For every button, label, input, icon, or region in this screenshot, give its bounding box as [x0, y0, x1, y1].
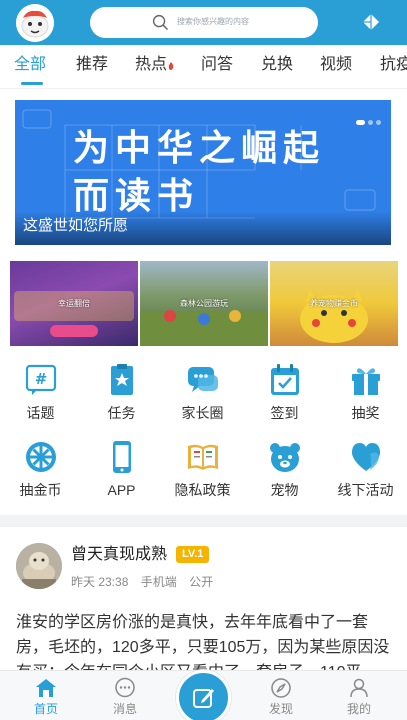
shortcut-label: 线下活动: [337, 482, 394, 498]
active-tab-indicator: [21, 82, 43, 85]
shortcut-label: 宠物: [270, 482, 299, 498]
user-icon: [350, 678, 368, 698]
mascot-logo-icon[interactable]: [16, 4, 54, 42]
shortcut-app[interactable]: APP: [81, 440, 162, 510]
shortcut-label: 家长圈: [181, 405, 224, 421]
edit-icon: [193, 689, 214, 708]
post-visibility: 公开: [189, 575, 214, 589]
shortcut-coin-wheel[interactable]: 抽金币: [0, 440, 81, 510]
tab-all[interactable]: 全部: [14, 55, 46, 75]
message-icon: [115, 677, 135, 698]
nav-label: 发现: [268, 702, 293, 716]
compass-diamond-icon[interactable]: [362, 13, 380, 31]
flame-icon: [168, 62, 174, 70]
post-author-name[interactable]: 曾天真现成熟: [71, 545, 167, 565]
shortcut-label: APP: [107, 482, 136, 498]
thumbnail-forest-park[interactable]: 森林公园游玩: [140, 261, 268, 346]
svg-text:#: #: [35, 370, 48, 388]
banner-headline-line1: 为中华之崛起: [73, 127, 326, 168]
calendar-check-icon: [271, 364, 299, 395]
search-input[interactable]: 搜索你感兴趣的内容: [90, 7, 318, 38]
shortcut-offline-event[interactable]: 线下活动: [325, 440, 406, 510]
section-divider: [0, 515, 407, 527]
hero-banner[interactable]: 为中华之崛起 而读书 这盛世如您所愿: [15, 100, 391, 245]
nav-messages[interactable]: 消息: [95, 671, 155, 720]
shortcut-pet[interactable]: 宠物: [244, 440, 325, 510]
task-clipboard-icon: [111, 364, 133, 395]
thumbnail-caption: 养宠物赚金币: [310, 299, 358, 308]
search-placeholder: 搜索你感兴趣的内容: [177, 17, 249, 26]
publish-button[interactable]: [176, 670, 231, 720]
tab-hot-label: 热点: [135, 56, 168, 73]
thumbnail-lucky-double[interactable]: 幸运翻倍: [10, 261, 138, 346]
post-meta: 昨天 23:38 手机端 公开: [71, 575, 222, 589]
tab-hot[interactable]: 热点: [135, 55, 174, 75]
bear-icon: [270, 443, 300, 472]
shortcut-parents-circle[interactable]: 家长圈: [162, 363, 243, 433]
home-icon: [36, 679, 56, 697]
category-tabs: 全部 推荐 热点 问答 兑换 视频 抗疫: [0, 45, 407, 89]
book-icon: [188, 444, 218, 470]
tab-recommend[interactable]: 推荐: [76, 55, 108, 75]
shortcut-lottery[interactable]: 抽奖: [325, 363, 406, 433]
nav-discover[interactable]: 发现: [251, 671, 311, 720]
hashtag-icon: #: [25, 364, 57, 395]
shortcut-label: 任务: [107, 405, 136, 421]
user-photo: [16, 543, 62, 589]
compass-icon: [271, 678, 291, 698]
thumbnail-pet-coins[interactable]: 养宠物赚金币: [270, 261, 398, 346]
banner-caption: 这盛世如您所愿: [23, 217, 129, 234]
shortcut-task[interactable]: 任务: [81, 363, 162, 433]
top-bar: 搜索你感兴趣的内容: [0, 0, 407, 45]
nav-label: 消息: [112, 702, 137, 716]
nav-label: 首页: [33, 702, 58, 716]
phone-icon: [113, 441, 131, 473]
tab-video[interactable]: 视频: [320, 55, 352, 75]
gift-icon: [352, 368, 380, 395]
nav-home[interactable]: 首页: [16, 671, 76, 720]
thumbnail-caption: 森林公园游玩: [180, 299, 228, 308]
nav-label: 我的: [346, 702, 371, 716]
shortcut-privacy-policy[interactable]: 隐私政策: [162, 440, 243, 510]
shortcut-label: 抽金币: [19, 482, 62, 498]
avatar[interactable]: [16, 543, 62, 589]
shortcut-label: 话题: [26, 405, 55, 421]
tab-exchange[interactable]: 兑换: [261, 55, 293, 75]
tab-antiepidemic[interactable]: 抗疫: [380, 55, 407, 75]
heart-icon: [351, 443, 381, 471]
chat-bubbles-icon: [188, 367, 218, 392]
post-time: 昨天 23:38: [71, 575, 129, 589]
thumbnail-caption: 幸运翻倍: [58, 299, 90, 308]
shortcut-label: 隐私政策: [174, 482, 231, 498]
shortcut-topic[interactable]: # 话题: [0, 363, 81, 433]
nav-profile[interactable]: 我的: [329, 671, 389, 720]
shortcut-checkin[interactable]: 签到: [244, 363, 325, 433]
wheel-icon: [26, 442, 56, 472]
post-device: 手机端: [140, 575, 177, 589]
shortcut-label: 签到: [270, 405, 299, 421]
search-icon: [152, 14, 168, 30]
tab-qa[interactable]: 问答: [201, 55, 233, 75]
level-badge: LV.1: [176, 546, 210, 563]
banner-pagination: [353, 112, 381, 130]
shortcut-label: 抽奖: [351, 405, 380, 421]
